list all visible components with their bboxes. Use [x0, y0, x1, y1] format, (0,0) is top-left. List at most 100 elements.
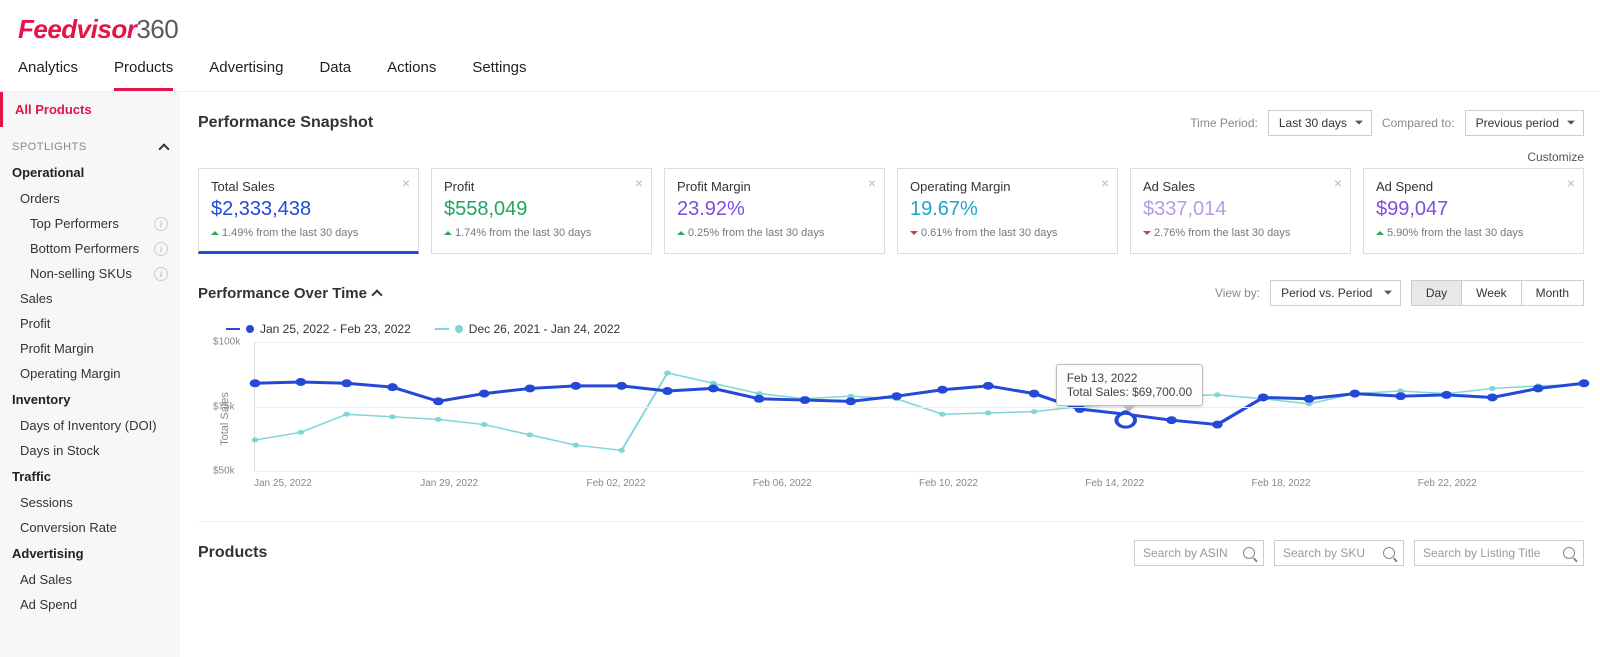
customize-link[interactable]: Customize — [198, 150, 1584, 164]
nav-advertising[interactable]: Advertising — [209, 59, 283, 91]
search-input[interactable]: Search by ASIN — [1134, 540, 1264, 566]
info-icon[interactable]: i — [154, 242, 168, 256]
kpi-delta: 5.90% from the last 30 days — [1376, 227, 1571, 239]
chevron-up-icon — [158, 143, 169, 154]
sidebar-item[interactable]: Days in Stock — [0, 438, 180, 463]
sidebar-item[interactable]: Sessions — [0, 490, 180, 515]
legend-item: Jan 25, 2022 - Feb 23, 2022 — [226, 322, 411, 336]
pot-title: Performance Over Time — [198, 285, 381, 302]
close-icon[interactable]: × — [402, 175, 410, 191]
close-icon[interactable]: × — [1567, 175, 1575, 191]
search-icon — [1383, 547, 1395, 559]
compared-select[interactable]: Previous period — [1465, 110, 1584, 136]
close-icon[interactable]: × — [1334, 175, 1342, 191]
kpi-title: Operating Margin — [910, 179, 1105, 194]
chevron-up-icon[interactable] — [371, 289, 382, 300]
x-tick: Feb 02, 2022 — [587, 478, 753, 489]
kpi-title: Profit Margin — [677, 179, 872, 194]
period-vs-select[interactable]: Period vs. Period — [1270, 280, 1401, 306]
x-tick: Feb 06, 2022 — [753, 478, 919, 489]
sidebar-item[interactable]: Days of Inventory (DOI) — [0, 413, 180, 438]
kpi-delta: 0.61% from the last 30 days — [910, 227, 1105, 239]
close-icon[interactable]: × — [868, 175, 876, 191]
kpi-title: Total Sales — [211, 179, 406, 194]
nav-settings[interactable]: Settings — [472, 59, 526, 91]
kpi-value: $337,014 — [1143, 198, 1338, 221]
kpi-card[interactable]: × Total Sales $2,333,438 1.49% from the … — [198, 168, 419, 254]
sidebar-item[interactable]: Profit — [0, 311, 180, 336]
kpi-delta: 1.74% from the last 30 days — [444, 227, 639, 239]
sidebar-cat-traffic: Traffic — [0, 463, 180, 490]
kpi-value: 19.67% — [910, 198, 1105, 221]
snapshot-title: Performance Snapshot — [198, 114, 373, 132]
legend-item: Dec 26, 2021 - Jan 24, 2022 — [435, 322, 620, 336]
kpi-cards: × Total Sales $2,333,438 1.49% from the … — [198, 168, 1584, 254]
chart-area: Total Sales $50k$75k$100kFeb 13, 2022Tot… — [198, 342, 1584, 495]
kpi-value: $558,049 — [444, 198, 639, 221]
sidebar-spotlights-header[interactable]: SPOTLIGHTS — [0, 127, 180, 159]
sidebar-item[interactable]: Ad Sales — [0, 567, 180, 592]
x-axis: Jan 25, 2022Jan 29, 2022Feb 02, 2022Feb … — [254, 472, 1584, 489]
time-period-label: Time Period: — [1190, 116, 1258, 130]
kpi-card[interactable]: × Operating Margin 19.67% 0.61% from the… — [897, 168, 1118, 254]
search-icon — [1243, 547, 1255, 559]
products-title: Products — [198, 544, 267, 562]
kpi-title: Ad Sales — [1143, 179, 1338, 194]
x-tick: Feb 14, 2022 — [1085, 478, 1251, 489]
kpi-delta: 2.76% from the last 30 days — [1143, 227, 1338, 239]
close-icon[interactable]: × — [635, 175, 643, 191]
snapshot-controls: Time Period: Last 30 days Compared to: P… — [1190, 110, 1584, 136]
product-search-group: Search by ASIN Search by SKU Search by Lis… — [1134, 540, 1584, 566]
view-by-controls: View by: Period vs. Period DayWeekMonth — [1215, 280, 1584, 306]
chart-tooltip: Feb 13, 2022Total Sales: $69,700.00 — [1056, 364, 1203, 406]
nav-data[interactable]: Data — [319, 59, 351, 91]
x-tick: Feb 10, 2022 — [919, 478, 1085, 489]
y-tick: $75k — [213, 401, 235, 412]
kpi-card[interactable]: × Profit $558,049 1.74% from the last 30… — [431, 168, 652, 254]
sidebar-item[interactable]: Ad Spend — [0, 592, 180, 617]
top-nav: Analytics Products Advertising Data Actions S… — [0, 45, 1600, 92]
compared-label: Compared to: — [1382, 116, 1455, 130]
line-chart[interactable]: $50k$75k$100kFeb 13, 2022Total Sales: $6… — [254, 342, 1584, 472]
sidebar-item[interactable]: Top Performersi — [0, 211, 180, 236]
sidebar-item[interactable]: Profit Margin — [0, 336, 180, 361]
x-tick: Feb 18, 2022 — [1252, 478, 1418, 489]
kpi-value: 23.92% — [677, 198, 872, 221]
search-input[interactable]: Search by SKU — [1274, 540, 1404, 566]
kpi-delta: 0.25% from the last 30 days — [677, 227, 872, 239]
search-icon — [1563, 547, 1575, 559]
seg-week[interactable]: Week — [1461, 281, 1520, 305]
nav-actions[interactable]: Actions — [387, 59, 436, 91]
x-tick: Jan 29, 2022 — [420, 478, 586, 489]
logo: Feedvisor360 — [18, 14, 1582, 45]
kpi-card[interactable]: × Ad Spend $99,047 5.90% from the last 3… — [1363, 168, 1584, 254]
sidebar: All Products SPOTLIGHTS OperationalOrder… — [0, 92, 180, 657]
sidebar-item[interactable]: Orders — [0, 186, 180, 211]
time-period-select[interactable]: Last 30 days — [1268, 110, 1372, 136]
kpi-card[interactable]: × Profit Margin 23.92% 0.25% from the la… — [664, 168, 885, 254]
sidebar-item[interactable]: Bottom Performersi — [0, 236, 180, 261]
seg-day[interactable]: Day — [1412, 281, 1461, 305]
chart-legend: Jan 25, 2022 - Feb 23, 2022 Dec 26, 2021 … — [198, 314, 1584, 342]
search-input[interactable]: Search by Listing Title — [1414, 540, 1584, 566]
kpi-card[interactable]: × Ad Sales $337,014 2.76% from the last … — [1130, 168, 1351, 254]
info-icon[interactable]: i — [154, 267, 168, 281]
kpi-title: Ad Spend — [1376, 179, 1571, 194]
sidebar-item[interactable]: Operating Margin — [0, 361, 180, 386]
sidebar-all-products[interactable]: All Products — [0, 92, 180, 127]
sidebar-item[interactable]: Sales — [0, 286, 180, 311]
info-icon[interactable]: i — [154, 217, 168, 231]
y-tick: $100k — [213, 337, 240, 348]
y-axis-label: Total Sales — [219, 392, 231, 446]
y-tick: $50k — [213, 466, 235, 477]
nav-analytics[interactable]: Analytics — [18, 59, 78, 91]
seg-month[interactable]: Month — [1521, 281, 1583, 305]
sidebar-item[interactable]: Conversion Rate — [0, 515, 180, 540]
close-icon[interactable]: × — [1101, 175, 1109, 191]
x-tick: Feb 22, 2022 — [1418, 478, 1584, 489]
sidebar-cat-advertising: Advertising — [0, 540, 180, 567]
sidebar-cat-inventory: Inventory — [0, 386, 180, 413]
divider — [198, 521, 1584, 522]
sidebar-item[interactable]: Non-selling SKUsi — [0, 261, 180, 286]
nav-products[interactable]: Products — [114, 59, 173, 91]
